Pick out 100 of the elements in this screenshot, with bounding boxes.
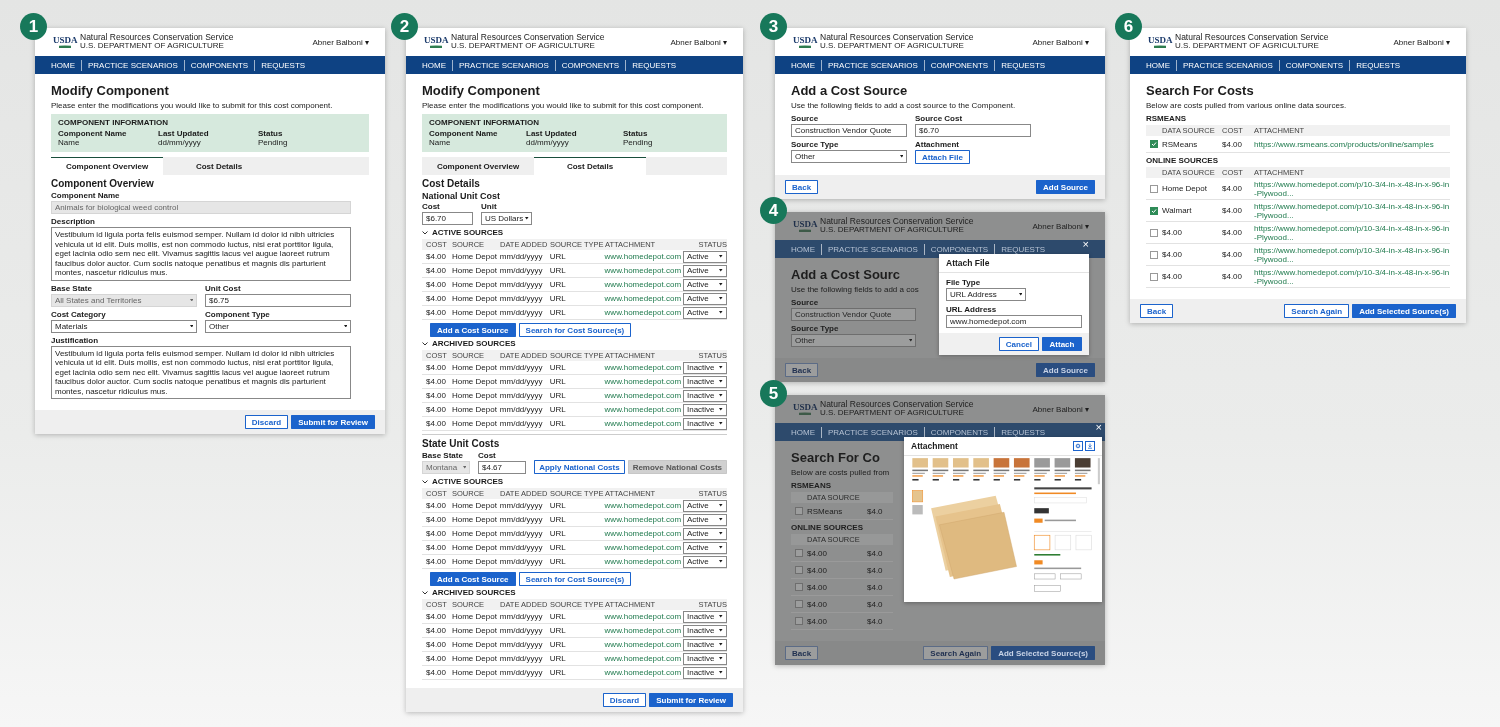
attachment-link[interactable]: https://www.homedepot.com/p/10-3/4-in-x-48-in-x-96-in-Plywood... [1254,179,1450,198]
action-button[interactable]: Add a Cost Source [430,572,516,586]
settings-button[interactable] [1073,441,1083,451]
nav-link[interactable]: PRACTICE SCENARIOS [1176,59,1279,71]
status-select[interactable]: Active [683,306,727,319]
nav-link[interactable]: COMPONENTS [1278,59,1350,71]
tab[interactable]: Cost Details [534,157,646,175]
checkbox[interactable] [1150,140,1158,148]
tab[interactable]: Component Overview [51,157,163,175]
footer-button[interactable]: Discard [244,415,289,429]
nav-link[interactable]: HOME [1146,59,1176,71]
action-button[interactable]: Search for Cost Source(s) [518,323,632,337]
attachment-link[interactable]: www.homedepot.com [604,515,682,524]
attachment-link[interactable]: www.homedepot.com [604,668,682,677]
status-select[interactable]: Inactive [683,389,727,402]
attachment-link[interactable]: www.homedepot.com [604,612,682,621]
checkbox[interactable] [1150,250,1158,259]
user-menu[interactable]: Abner Balboni ▾ [1032,221,1089,231]
action-button[interactable]: Add a Cost Source [430,323,516,337]
checkbox[interactable] [1150,184,1158,193]
select-field[interactable]: US Dollars [481,212,532,225]
attachment-link[interactable]: www.homedepot.com [604,626,682,635]
attachment-link[interactable]: www.homedepot.com [604,501,682,510]
nav-link[interactable]: PRACTICE SCENARIOS [452,59,555,71]
text-field[interactable]: $4.67 [478,461,526,474]
attachment-link[interactable]: www.homedepot.com [604,419,682,428]
attachment-link[interactable]: www.homedepot.com [604,266,682,275]
status-select[interactable]: Active [683,513,727,526]
download-button[interactable] [1085,441,1095,451]
text-field[interactable]: Construction Vendor Quote [791,124,907,137]
nav-link[interactable]: REQUESTS [625,59,683,71]
status-select[interactable]: Active [683,278,727,291]
attachment-link[interactable]: https://www.homedepot.com/p/10-3/4-in-x-48-in-x-96-in-Plywood... [1254,267,1450,286]
attachment-link[interactable]: www.homedepot.com [604,543,682,552]
section-toggle[interactable]: ACTIVE SOURCES [422,477,504,486]
status-select[interactable]: Inactive [683,403,727,416]
text-area[interactable]: Vestibulum id ligula porta felis euismod semper. Nullam id dolor id nibh ultricies vehicula ut id elit. Duis mollis, est non commodo luctus, nisi erat porttitor ligula, eget lacinia odio sem nec elit. Vivamus sagittis lacus vel augue laoreet rutrum faucibus dolor auctor. Cum sociis natoque penatibus et magnis dis parturient montes, nascetur ridiculus mus. [51,227,351,281]
section-toggle[interactable]: ARCHIVED SOURCES [422,588,516,597]
text-field[interactable]: $6.70 [422,212,473,225]
attachment-link[interactable]: www.homedepot.com [604,377,682,386]
checkbox[interactable] [795,507,803,515]
select-field[interactable]: Other [205,319,351,333]
nav-link[interactable]: COMPONENTS [183,59,255,71]
user-menu[interactable]: Abner Balboni ▾ [1393,37,1450,47]
footer-button[interactable]: Add Selected Source(s) [991,646,1095,660]
text-field[interactable]: www.homedepot.com [946,315,1082,328]
attachment-link[interactable]: www.homedepot.com [604,557,682,566]
footer-button[interactable]: Back [785,363,819,377]
nav-link[interactable]: REQUESTS [254,59,312,71]
modal-button[interactable]: Cancel [998,337,1039,351]
user-menu[interactable]: Abner Balboni ▾ [1032,37,1089,47]
attachment-link[interactable]: www.homedepot.com [604,252,682,261]
attachment-link[interactable]: https://www.homedepot.com/p/10-3/4-in-x-48-in-x-96-in-Plywood... [1254,223,1450,242]
nav-link[interactable]: PRACTICE SCENARIOS [81,59,184,71]
status-select[interactable]: Inactive [683,361,727,374]
nav-link[interactable]: PRACTICE SCENARIOS [821,59,924,71]
user-menu[interactable]: Abner Balboni ▾ [1032,404,1089,414]
attachment-link[interactable]: www.homedepot.com [604,405,682,414]
text-area[interactable]: Vestibulum id ligula porta felis euismod semper. Nullam id dolor id nibh ultricies vehicula ut id elit. Duis mollis, est non commodo luctus, nisi erat porttitor ligula, eget lacinia odio sem nec elit. Vivamus sagittis lacus vel augue laoreet rutrum faucibus dolor auctor. Cum sociis natoque penatibus et magnis dis parturient montes, nascetur ridiculus mus. [51,345,351,399]
footer-button[interactable]: Back [785,180,819,194]
status-select[interactable]: Active [683,555,727,568]
footer-button[interactable]: Add Source [1036,363,1095,377]
nav-link[interactable]: REQUESTS [994,59,1052,71]
status-select[interactable]: Active [683,527,727,540]
tab[interactable]: Cost Details [163,157,275,175]
status-select[interactable]: Active [683,250,727,263]
attachment-link[interactable]: www.homedepot.com [604,294,682,303]
nav-link[interactable]: PRACTICE SCENARIOS [821,243,924,255]
nav-link[interactable]: HOME [791,243,821,255]
tab[interactable]: Component Overview [422,157,534,175]
footer-button[interactable]: Add Selected Source(s) [1352,304,1456,318]
select-field[interactable]: Other [791,150,907,163]
checkbox[interactable] [1150,206,1158,215]
nav-link[interactable]: COMPONENTS [554,59,626,71]
footer-button[interactable]: Submit for Review [291,415,375,429]
footer-button[interactable]: Submit for Review [649,693,733,707]
select-field[interactable]: Other [791,334,916,347]
status-select[interactable]: Inactive [683,652,727,665]
close-button[interactable]: × [1095,422,1102,433]
text-field[interactable]: Construction Vendor Quote [791,308,916,321]
status-select[interactable]: Inactive [683,624,727,637]
nav-link[interactable]: REQUESTS [1349,59,1407,71]
attachment-link[interactable]: www.homedepot.com [604,308,682,317]
status-select[interactable]: Inactive [683,638,727,651]
text-field[interactable]: $6.70 [915,124,1031,137]
attachment-link[interactable]: www.homedepot.com [604,529,682,538]
footer-button[interactable]: Search Again [923,646,989,660]
attachment-link[interactable]: https://www.rsmeans.com/products/online/samples [1254,139,1450,149]
attachment-link[interactable]: https://www.homedepot.com/p/10-3/4-in-x-48-in-x-96-in-Plywood... [1254,201,1450,220]
status-select[interactable]: Active [683,541,727,554]
user-menu[interactable]: Abner Balboni ▾ [312,37,369,47]
status-select[interactable]: Active [683,292,727,305]
select-field[interactable]: Materials [51,319,197,333]
attachment-link[interactable]: www.homedepot.com [604,280,682,289]
nav-link[interactable]: COMPONENTS [923,59,995,71]
checkbox[interactable] [795,600,803,608]
action-button[interactable]: Apply National Costs [534,460,625,474]
attach-file-button[interactable]: Attach File [915,150,970,164]
nav-link[interactable]: HOME [422,59,452,71]
nav-link[interactable]: HOME [791,59,821,71]
